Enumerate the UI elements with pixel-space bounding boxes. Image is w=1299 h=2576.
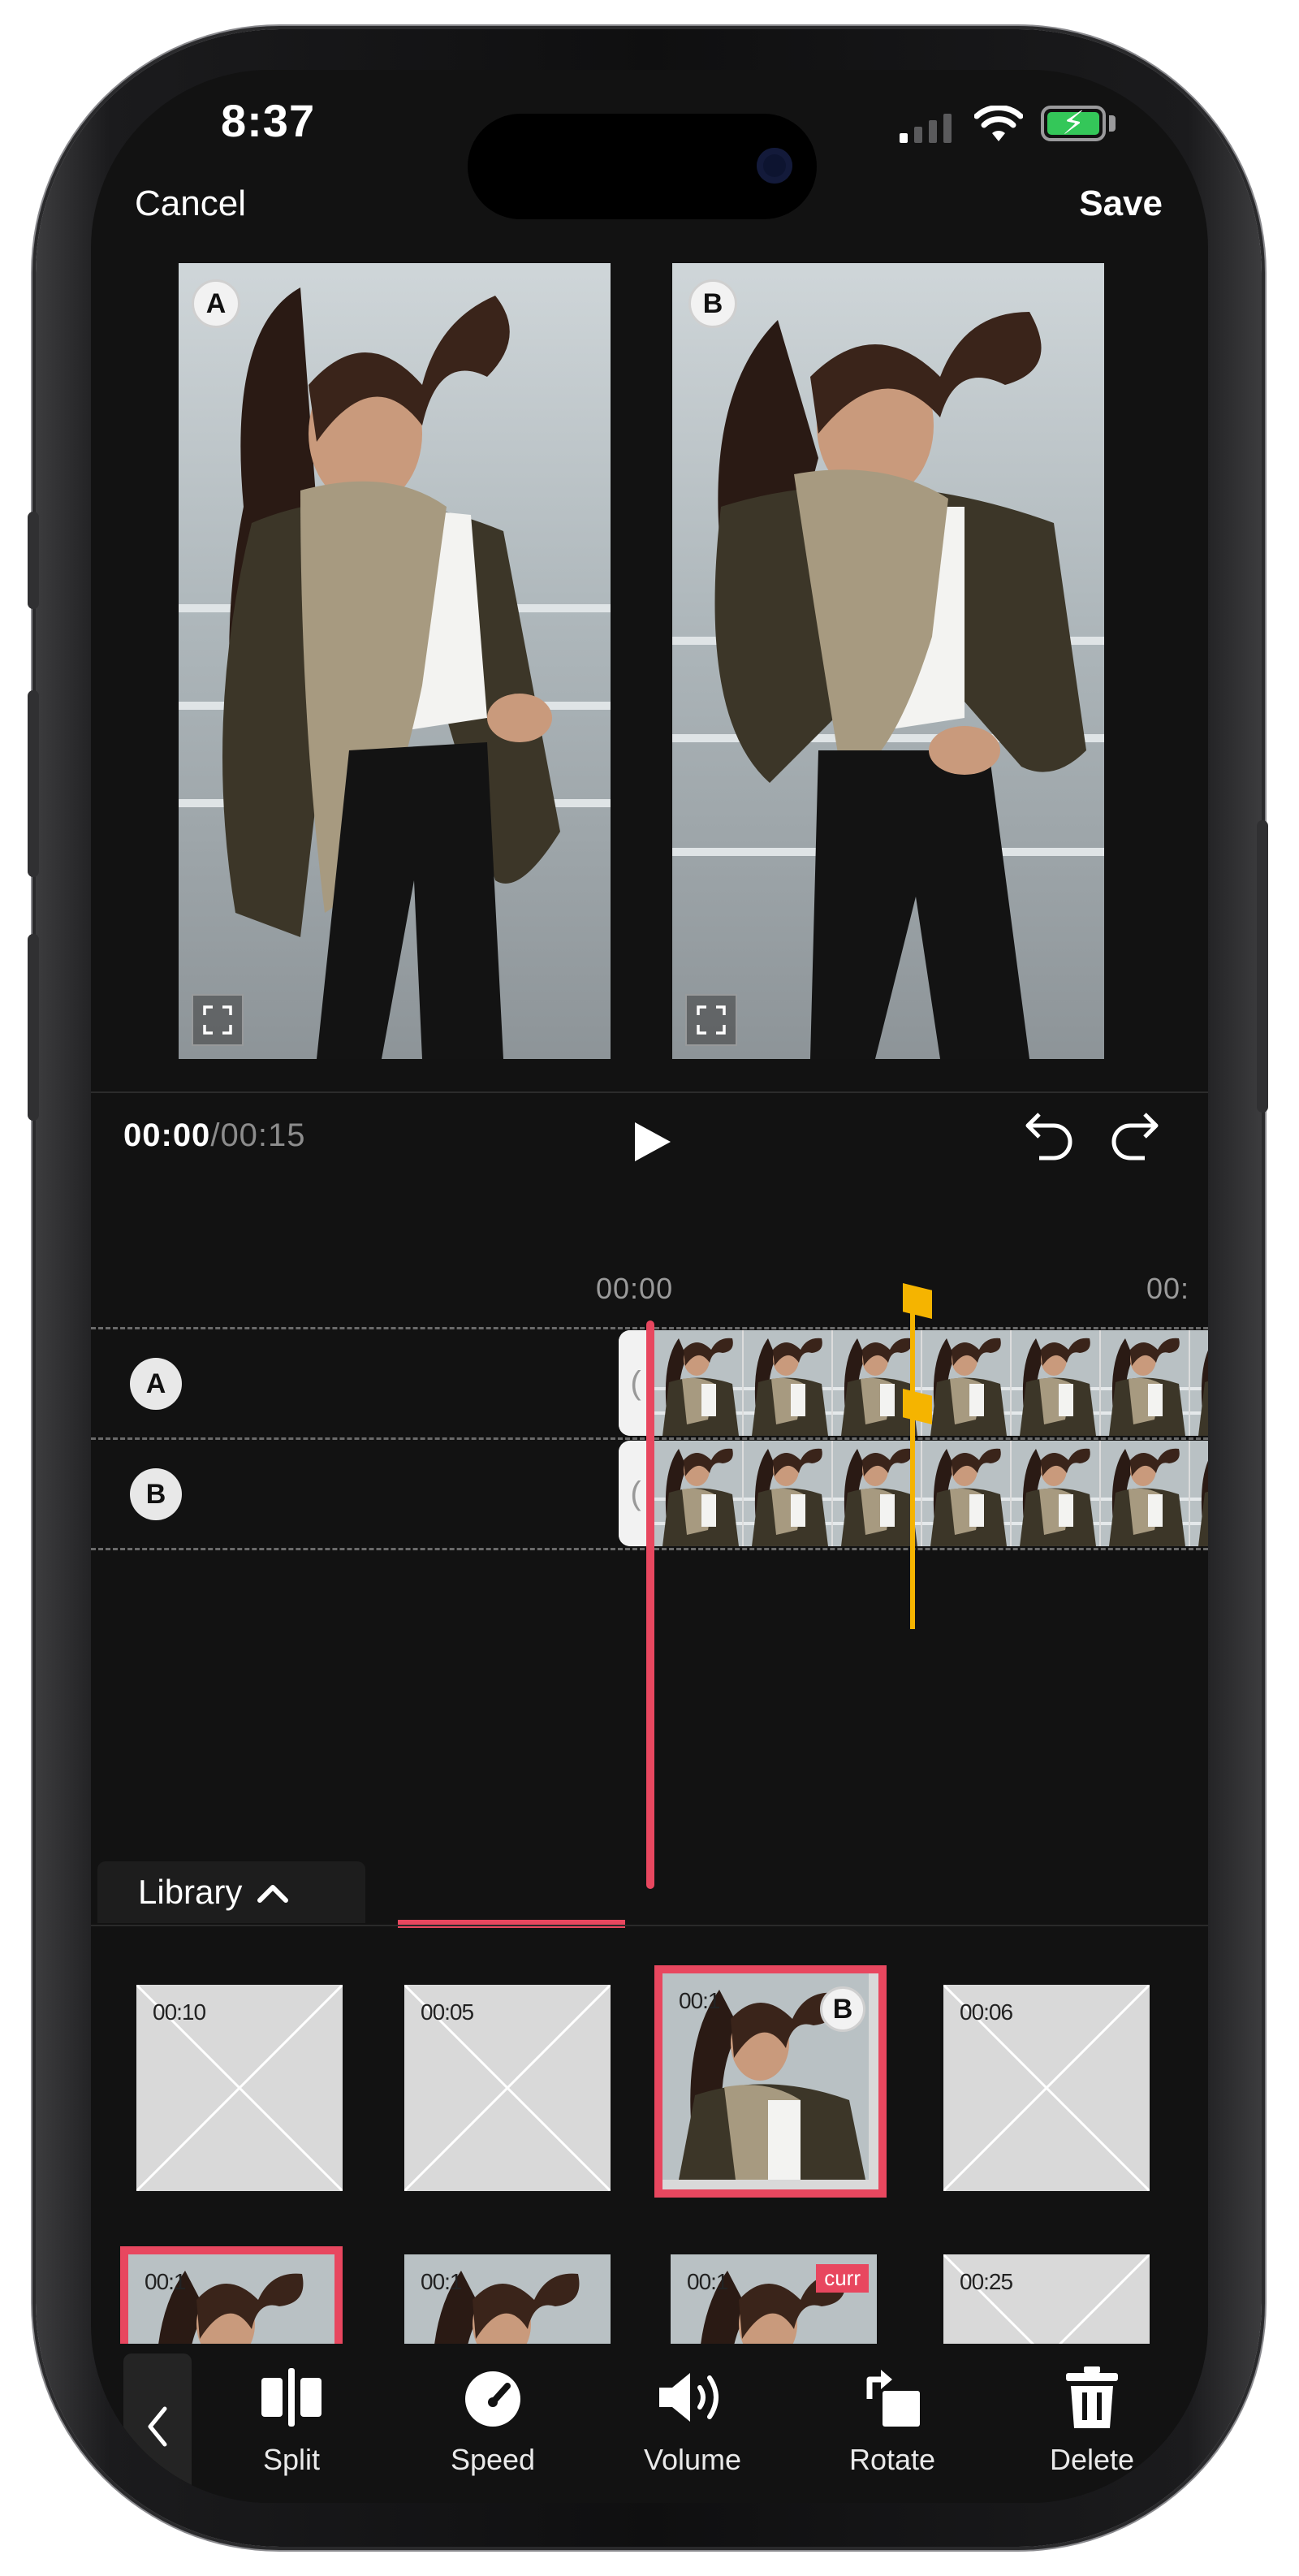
redo-icon[interactable] [1106, 1106, 1163, 1163]
split-tool[interactable]: Split [222, 2365, 360, 2477]
library-thumbnail[interactable]: 00:1 B [654, 1965, 887, 2198]
undo-icon[interactable] [1021, 1106, 1078, 1163]
speed-label: Speed [450, 2443, 536, 2476]
preview-a-photo [179, 263, 611, 1059]
power-button [1257, 820, 1268, 1113]
track-b-frames [654, 1441, 1208, 1546]
filmstrip-frame [654, 1441, 744, 1546]
chevron-left-icon [148, 2406, 167, 2447]
library-tab[interactable]: Library [97, 1861, 365, 1923]
delete-label: Delete [1049, 2443, 1135, 2476]
library-separator [91, 1925, 1208, 1926]
wifi-icon [974, 106, 1023, 141]
app-screen: 8:37 ⚡ Cancel Save A B 00:00/00:15 00:00… [91, 70, 1208, 2503]
preview-a-expand-button[interactable] [192, 994, 244, 1046]
speed-tool[interactable]: Speed [424, 2365, 562, 2477]
rotate-label: Rotate [848, 2443, 936, 2476]
volume-up-button [28, 690, 39, 877]
front-camera [757, 148, 792, 184]
ruler-label-next: 00: [1146, 1272, 1190, 1305]
library-thumbnail[interactable]: 00:1 curr [671, 2254, 877, 2344]
expand-icon [203, 1005, 232, 1035]
volume-icon [659, 2373, 719, 2422]
preview-b-badge: B [688, 279, 737, 328]
filmstrip-frame [1012, 1330, 1101, 1436]
filmstrip-frame [1012, 1441, 1101, 1546]
thumbnail-duration: 00:10 [153, 1999, 206, 2025]
speedometer-icon [465, 2371, 520, 2427]
volume-down-button [28, 934, 39, 1121]
filmstrip-frame [744, 1441, 833, 1546]
preview-divider [91, 1091, 1208, 1093]
thumbnail-duration: 00:06 [960, 1999, 1013, 2025]
trash-icon [1066, 2366, 1118, 2428]
thumbnail-duration: 00:1 [421, 2269, 462, 2294]
thumbnail-badge: B [820, 1986, 865, 2032]
current-time: 00:00 [123, 1117, 211, 1153]
preview-b[interactable]: B [672, 263, 1104, 1059]
preview-a[interactable]: A [179, 263, 611, 1059]
filmstrip-frame [1101, 1441, 1190, 1546]
thumbnail-duration: 00:25 [960, 2269, 1013, 2294]
thumbnail-duration: 00:1 [679, 1988, 720, 2013]
rotate-tool[interactable]: Rotate [823, 2365, 961, 2477]
filmstrip-frame [654, 1330, 744, 1436]
time-separator: / [210, 1117, 221, 1153]
filmstrip-frame [1190, 1330, 1208, 1436]
library-thumbnail[interactable]: 00:25 [943, 2254, 1150, 2344]
time-readout: 00:00/00:15 [123, 1117, 306, 1154]
filmstrip-frame [744, 1330, 833, 1436]
filmstrip-frame [922, 1330, 1012, 1436]
filmstrip-frame [1190, 1441, 1208, 1546]
cellular-signal-icon [900, 110, 952, 143]
library-thumbnail[interactable]: 00:10 [136, 1985, 343, 2191]
delete-tool[interactable]: Delete [1023, 2365, 1161, 2477]
library-thumbnail[interactable]: 00:1 [120, 2246, 343, 2352]
library-label: Library [138, 1873, 243, 1911]
cancel-button[interactable]: Cancel [135, 184, 246, 224]
total-time: 00:15 [220, 1117, 306, 1153]
filmstrip-frame [1101, 1330, 1190, 1436]
thumbnail-duration: 00:1 [145, 2269, 186, 2294]
back-button[interactable] [123, 2353, 192, 2500]
split-marker-flag[interactable] [903, 1283, 932, 1319]
play-icon[interactable] [627, 1117, 675, 1166]
split-marker-line[interactable] [910, 1288, 915, 1629]
library-thumbnail[interactable]: 00:06 [943, 1985, 1150, 2191]
volume-tool[interactable]: Volume [624, 2365, 762, 2477]
expand-icon [697, 1005, 726, 1035]
track-b-badge: B [130, 1468, 182, 1520]
library-tab-indicator [398, 1920, 625, 1928]
volume-label: Volume [643, 2443, 742, 2476]
library-thumbnail[interactable]: 00:05 [404, 1985, 611, 2191]
charging-bolt-icon: ⚡ [1062, 106, 1085, 141]
rotate-icon [866, 2370, 920, 2427]
thumbnail-duration: 00:05 [421, 1999, 474, 2025]
status-time: 8:37 [221, 95, 316, 146]
library-thumbnail[interactable]: 00:1 [404, 2254, 611, 2344]
filmstrip-frame [922, 1441, 1012, 1546]
playhead[interactable] [646, 1320, 654, 1889]
split-label: Split [262, 2443, 321, 2476]
filmstrip-frame [833, 1330, 922, 1436]
thumbnail-duration: 00:1 [687, 2269, 728, 2294]
current-tag: curr [816, 2264, 869, 2293]
chevron-up-icon [257, 1885, 289, 1903]
ruler-label-start: 00:00 [596, 1272, 674, 1305]
filmstrip-frame [833, 1441, 922, 1546]
preview-b-expand-button[interactable] [685, 994, 737, 1046]
track-a-badge: A [130, 1358, 182, 1410]
preview-b-photo [672, 263, 1104, 1059]
action-button [28, 512, 39, 609]
battery-cap [1109, 115, 1116, 132]
save-button[interactable]: Save [1079, 184, 1163, 224]
preview-a-badge: A [192, 279, 240, 328]
split-icon [261, 2368, 322, 2427]
dynamic-island [468, 114, 817, 219]
